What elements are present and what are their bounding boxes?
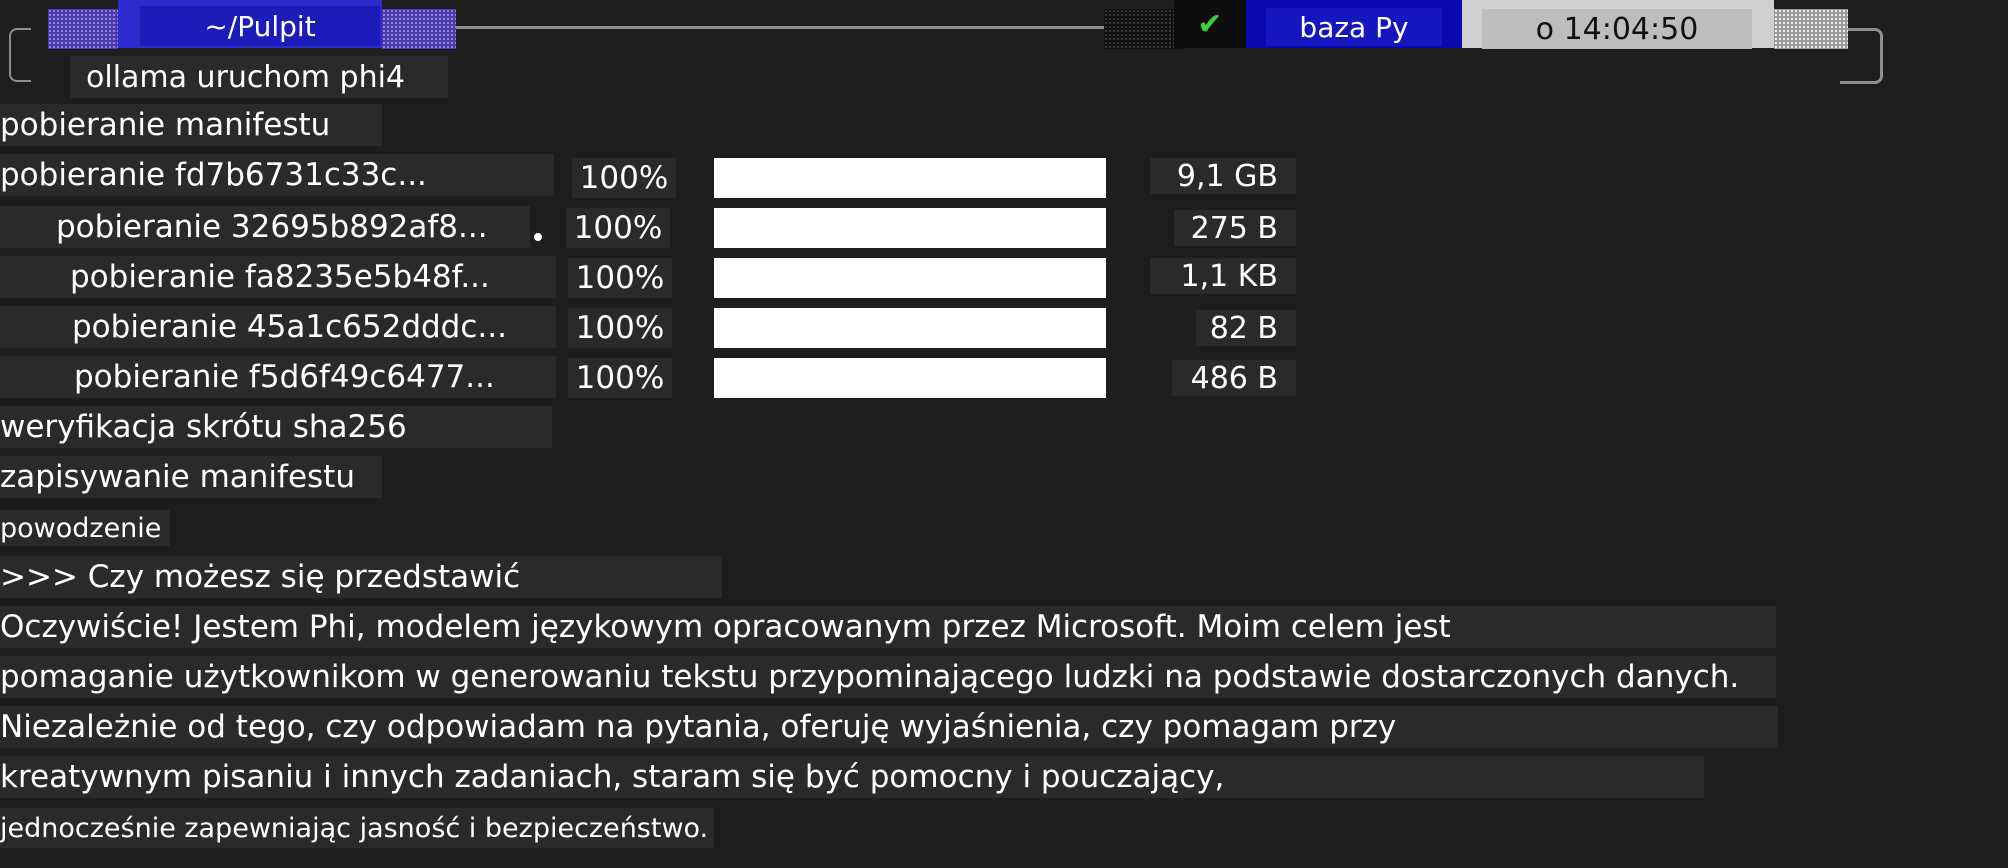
download-size: 275 B: [1174, 210, 1296, 246]
response-line: pomaganie użytkownikom w generowaniu tek…: [0, 656, 1776, 698]
terminal-window[interactable]: ~/Pulpit ✔ baza Py o 14:04:50 ollama uru…: [0, 0, 2008, 868]
download-percent: 100%: [566, 208, 670, 248]
download-label: pobieranie fa8235e5b48f...: [0, 256, 556, 298]
prompt-time: o 14:04:50: [1482, 9, 1752, 49]
progress-fill: [714, 308, 1106, 348]
progress-fill: [714, 358, 1106, 398]
download-percent: 100%: [568, 308, 672, 348]
download-progress-bar: [714, 208, 1106, 248]
check-mark-icon: ✔: [1174, 0, 1246, 48]
prompt-dither-right: [382, 9, 456, 49]
time-dither: [1774, 9, 1848, 49]
prompt-dither-left: [48, 9, 118, 49]
response-line: kreatywnym pisaniu i innych zadaniach, s…: [0, 756, 1704, 798]
download-label: pobieranie 32695b892af8...: [0, 206, 530, 248]
download-size: 9,1 GB: [1150, 158, 1296, 194]
response-line: Niezależnie od tego, czy odpowiadam na p…: [0, 706, 1778, 748]
download-percent: 100%: [568, 358, 672, 398]
current-directory: ~/Pulpit: [140, 6, 380, 46]
download-size: 1,1 KB: [1150, 258, 1296, 294]
progress-fill: [714, 208, 1106, 248]
download-size: 486 B: [1172, 360, 1296, 396]
download-label: pobieranie 45a1c652dddc...: [0, 306, 556, 348]
prompt-connector-line: [455, 26, 1107, 29]
manifest-status-line: pobieranie manifestu: [0, 104, 382, 146]
download-progress-bar: [714, 258, 1106, 298]
verify-status-line: weryfikacja skrótu sha256: [0, 406, 552, 448]
success-status-line: powodzenie: [0, 510, 170, 546]
prompt-frame-left: [9, 28, 31, 82]
download-size: 82 B: [1196, 310, 1296, 346]
user-prompt-line: >>> Czy możesz się przedstawić: [0, 556, 722, 598]
status-dither: [1104, 9, 1184, 49]
command-line: ollama uruchom phi4: [70, 56, 448, 98]
write-status-line: zapisywanie manifestu: [0, 456, 382, 498]
download-label: pobieranie f5d6f49c6477...: [0, 356, 556, 398]
download-progress-bar: [714, 358, 1106, 398]
download-percent: 100%: [568, 258, 672, 298]
download-label: pobieranie fd7b6731c33c...: [0, 154, 554, 196]
progress-fill: [714, 258, 1106, 298]
progress-fill: [714, 158, 1106, 198]
cursor-dot: [534, 233, 542, 241]
environment-name: baza Py: [1266, 8, 1442, 46]
download-progress-bar: [714, 158, 1106, 198]
response-line: Oczywiście! Jestem Phi, modelem językowy…: [0, 606, 1776, 648]
download-percent: 100%: [572, 158, 676, 198]
response-line: jednocześnie zapewniając jasność i bezpi…: [0, 808, 714, 848]
download-progress-bar: [714, 308, 1106, 348]
